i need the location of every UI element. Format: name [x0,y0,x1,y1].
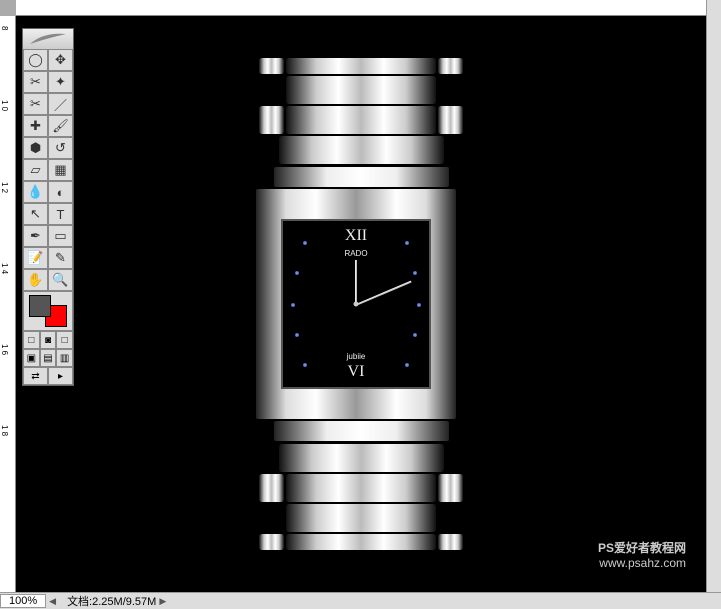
ruler-vertical: 8 1 0 1 2 1 4 1 6 1 8 [0,16,16,592]
extra-mode-icon[interactable]: □ [56,331,73,349]
zoom-level[interactable]: 100% [0,594,46,608]
status-bar: 100% ◀ 文档:2.25M/9.57M ▶ [0,592,721,609]
color-picker[interactable] [23,291,73,331]
extra-button-icon[interactable]: ▸ [48,367,73,385]
watch-brand: RADO [344,249,367,258]
lasso-tool[interactable]: ✂ [23,71,48,93]
crop-tool[interactable]: ✂ [23,93,48,115]
marquee-tool[interactable]: ◯ [23,49,48,71]
minute-hand [356,281,412,306]
pen-tool[interactable]: ✒ [23,225,48,247]
doc-info-arrow-icon[interactable]: ▶ [156,596,169,607]
toolbox-header-feather-icon[interactable] [23,29,73,49]
zoom-tool[interactable]: 🔍 [48,269,73,291]
screen-standard-icon[interactable]: ▣ [23,349,40,367]
screen-full-icon[interactable]: ▥ [56,349,73,367]
watermark: PS爱好者教程网 www.psahz.com [598,541,686,570]
quickmask-mode-icon[interactable]: ◙ [40,331,57,349]
toolbox: ◯✥✂✦✂／✚🖌⬢↺▱▦💧◐↖T✒▭📝✎✋🔍 □ ◙ □ ▣ ▤ ▥ ⇄ ▸ [22,28,74,386]
gradient-tool[interactable]: ▦ [48,159,73,181]
foreground-color[interactable] [29,295,51,317]
dodge-tool[interactable]: ◐ [48,181,73,203]
brush-tool[interactable]: 🖌 [48,115,73,137]
blur-tool[interactable]: 💧 [23,181,48,203]
scroll-left-icon[interactable]: ◀ [46,596,59,607]
eyedropper-tool[interactable]: ✎ [48,247,73,269]
eraser-tool[interactable]: ▱ [23,159,48,181]
jump-imageready-icon[interactable]: ⇄ [23,367,48,385]
hour-hand [355,260,357,305]
type-tool[interactable]: T [48,203,73,225]
watch-model: jubiie [347,352,366,361]
notes-tool[interactable]: 📝 [23,247,48,269]
canvas-area[interactable]: XII RADO jubiie VI [16,16,706,592]
scrollbar-vertical[interactable] [706,0,721,592]
stamp-tool[interactable]: ⬢ [23,137,48,159]
watch-drawing: XII RADO jubiie VI [256,57,466,551]
shape-tool[interactable]: ▭ [48,225,73,247]
watch-face: XII RADO jubiie VI [281,219,431,389]
doc-size-label: 文档:2.25M/9.57M [67,593,156,609]
numeral-12: XII [345,227,367,245]
slice-tool[interactable]: ／ [48,93,73,115]
standard-mode-icon[interactable]: □ [23,331,40,349]
screen-full-menu-icon[interactable]: ▤ [40,349,57,367]
move-tool[interactable]: ✥ [48,49,73,71]
magic-wand-tool[interactable]: ✦ [48,71,73,93]
numeral-6: VI [348,363,365,381]
hand-tool[interactable]: ✋ [23,269,48,291]
ruler-horizontal [16,0,706,16]
path-select-tool[interactable]: ↖ [23,203,48,225]
watch-case: XII RADO jubiie VI [256,189,456,419]
healing-tool[interactable]: ✚ [23,115,48,137]
history-brush-tool[interactable]: ↺ [48,137,73,159]
